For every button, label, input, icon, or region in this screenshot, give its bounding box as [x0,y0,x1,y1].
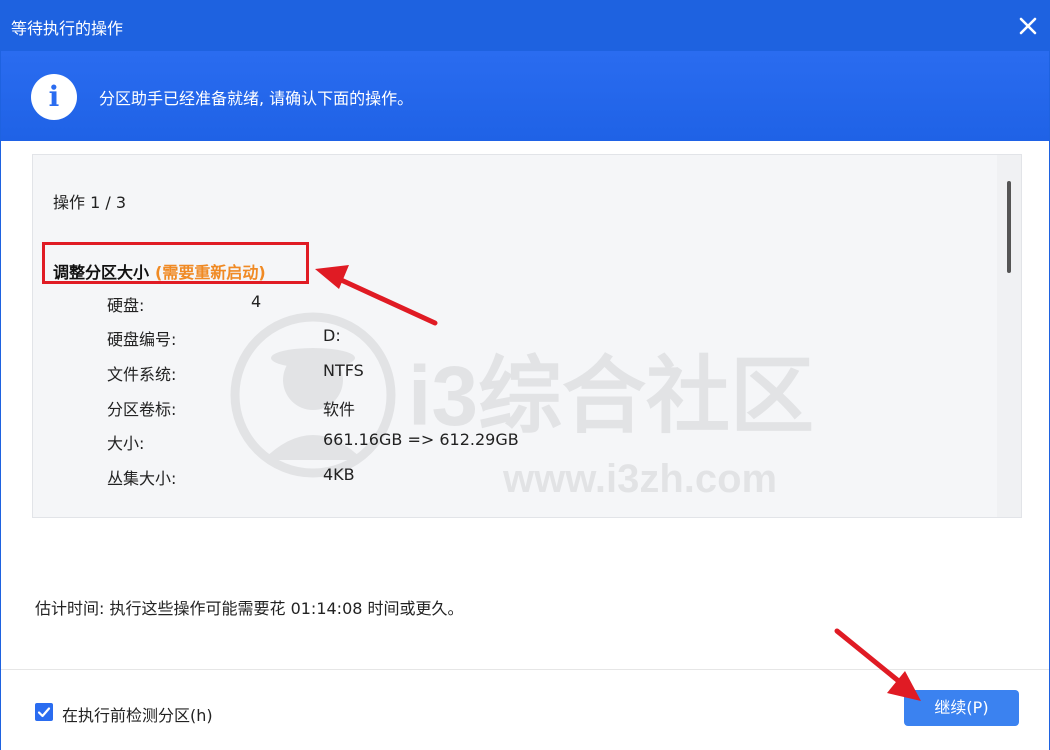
banner-message: 分区助手已经准备就绪, 请确认下面的操作。 [99,89,414,108]
pending-operations-dialog: 等待执行的操作 i 分区助手已经准备就绪, 请确认下面的操作。 i3综合社区 w… [0,0,1050,750]
dialog-title: 等待执行的操作 [11,19,124,38]
info-icon: i [31,74,77,120]
scrollbar-thumb[interactable] [1007,181,1011,273]
operation-counter: 操作 1 / 3 [53,193,127,212]
detail-label-filesystem: 文件系统: [107,365,177,384]
checkmark-icon [37,707,51,718]
detail-value-filesystem: NTFS [323,361,364,380]
close-button[interactable] [1013,11,1043,41]
watermark-url: www.i3zh.com [502,457,777,500]
watermark-logo: i3综合社区 www.i3zh.com [230,312,814,500]
info-icon-glyph: i [48,80,60,113]
estimated-time-text: 估计时间: 执行这些操作可能需要花 01:14:08 时间或更久。 [35,599,464,618]
watermark-name: i3综合社区 [408,349,814,443]
check-partition-label[interactable]: 在执行前检测分区(h) [62,702,213,726]
operation-highlight-box [42,242,309,284]
detail-label-disk: 硬盘: [107,296,145,315]
continue-button[interactable]: 继续(P) [904,690,1019,726]
operations-scrollbar[interactable] [997,155,1021,517]
detail-label-cluster-size: 丛集大小: [107,469,177,488]
title-bar: 等待执行的操作 [1,1,1049,51]
detail-label-disk-id: 硬盘编号: [107,330,177,349]
close-icon [1019,17,1037,35]
detail-value-cluster-size: 4KB [323,465,355,484]
info-banner: i 分区助手已经准备就绪, 请确认下面的操作。 [1,51,1049,141]
detail-value-volume-label: 软件 [323,400,356,419]
dialog-footer: 在执行前检测分区(h) 继续(P) [1,669,1049,750]
detail-label-size: 大小: [107,434,145,453]
operations-panel: i3综合社区 www.i3zh.com 操作 1 / 3 调整分区大小 (需要重新… [32,154,1022,518]
detail-value-disk: 4 [251,292,262,311]
detail-label-volume-label: 分区卷标: [107,400,177,419]
detail-value-size: 661.16GB => 612.29GB [323,430,519,449]
detail-value-disk-id: D: [323,326,341,345]
check-partition-checkbox[interactable] [35,703,53,721]
